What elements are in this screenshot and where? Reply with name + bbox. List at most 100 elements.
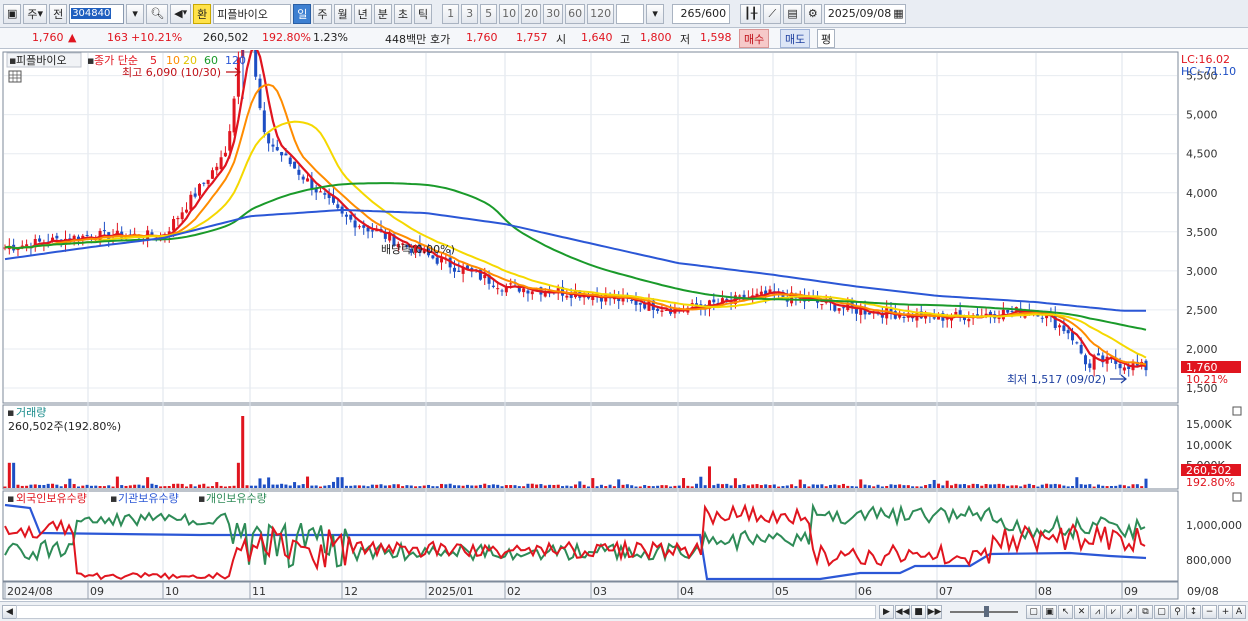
interval-button[interactable]: 60	[565, 3, 586, 24]
interval-button[interactable]: 120	[587, 3, 615, 24]
volume-bar	[656, 485, 660, 488]
table-icon[interactable]	[8, 70, 22, 83]
interval-button[interactable]: 20	[521, 3, 542, 24]
scroll-right-button[interactable]: ▶	[879, 605, 894, 619]
volume-bar	[478, 484, 482, 488]
volume-bar	[828, 484, 833, 488]
code-dropdown-button[interactable]: ▾	[126, 3, 145, 24]
period-week-button[interactable]: 주	[313, 3, 332, 24]
calendar-icon[interactable]: ▦	[893, 8, 903, 19]
cross-icon[interactable]: ✕	[1074, 605, 1089, 619]
zoom-out-icon[interactable]: −	[1202, 605, 1217, 619]
price-y-tick: 4,000	[1186, 187, 1218, 200]
volume-bar	[366, 486, 370, 488]
volume-bar	[569, 486, 573, 488]
period-tick-button[interactable]: 틱	[414, 3, 433, 24]
sell-button[interactable]: 매도	[780, 29, 811, 48]
candle-body	[1058, 325, 1062, 328]
volume-bar	[102, 486, 106, 488]
auto-scale-icon[interactable]: A	[1232, 605, 1246, 619]
custom-interval-input[interactable]	[616, 3, 645, 24]
volume-bar	[232, 485, 236, 488]
stock-code-input[interactable]: 304840	[69, 3, 125, 24]
cursor-icon[interactable]: ↖	[1058, 605, 1073, 619]
cursor-icon[interactable]: ↗	[1122, 605, 1137, 619]
window-icon[interactable]: ▢	[1154, 605, 1169, 619]
scroll-left-button[interactable]: ◀	[2, 605, 17, 619]
period-month-button[interactable]: 월	[333, 3, 352, 24]
volume-bar	[703, 485, 707, 488]
candle-body	[102, 230, 106, 232]
interval-button[interactable]: 5	[480, 3, 498, 24]
candle-body	[189, 194, 193, 210]
copy-icon[interactable]: ⧉	[1138, 605, 1153, 619]
volume-bar	[686, 485, 690, 488]
average-button[interactable]: 평	[817, 29, 836, 48]
candle-body	[306, 178, 310, 182]
draw-line-icon[interactable]: ⟋	[763, 3, 782, 24]
custom-interval-dropdown[interactable]: ▾	[646, 3, 665, 24]
date-input[interactable]: 2025/09/08 ▦	[823, 3, 906, 24]
x-axis-label: 08	[1038, 585, 1052, 598]
zoom-slider-handle[interactable]	[984, 606, 989, 617]
window-icon[interactable]: ▣	[1042, 605, 1057, 619]
scale-icon[interactable]: ↕	[1186, 605, 1201, 619]
interval-button[interactable]: 1	[442, 3, 460, 24]
volume-bar	[1114, 485, 1118, 488]
search-icon[interactable]: 🔍︎	[146, 3, 169, 24]
gear-icon[interactable]: ⚙	[803, 3, 822, 24]
count-input[interactable]: 265/600	[672, 3, 731, 24]
speaker-icon[interactable]: ◀ ▾	[170, 3, 192, 24]
candle-body	[457, 270, 461, 272]
magnifier-icon[interactable]: ⚲	[1170, 605, 1185, 619]
interval-button[interactable]: 3	[461, 3, 479, 24]
volume-bar	[500, 486, 504, 488]
volume-bar	[163, 486, 167, 488]
buy-button[interactable]: 매수	[739, 29, 770, 48]
volume-bar	[733, 478, 737, 488]
chart-area[interactable]: ▪ 피플바이오 ▪ 종가 단순 5 10 20 60 120 최고 6,090 …	[0, 18, 1248, 601]
volume-bar	[837, 485, 841, 488]
stop-icon[interactable]: ■	[911, 605, 926, 619]
zoom-in-icon[interactable]: +	[1218, 605, 1233, 619]
fast-forward-icon[interactable]: ▶▶	[927, 605, 942, 619]
chart-icon[interactable]: ⩗	[1106, 605, 1121, 619]
volume-panel-bullet: ▪	[7, 406, 14, 419]
volume-bar	[202, 483, 206, 488]
volume-bar	[630, 485, 634, 488]
period-second-button[interactable]: 초	[393, 3, 413, 24]
market-select[interactable]: 주 ▾	[23, 3, 48, 24]
price-y-tick: 4,500	[1186, 148, 1218, 161]
holding-close-icon[interactable]	[1232, 492, 1242, 502]
market-label: 주	[27, 7, 38, 21]
layout-icon[interactable]: ▣	[3, 3, 22, 24]
chevron-down-icon: ▾	[37, 7, 44, 20]
chevron-down-icon: ▾	[132, 7, 138, 20]
prev-button[interactable]: 전	[49, 3, 68, 24]
volume-bar	[984, 484, 988, 488]
volume-bar	[677, 485, 681, 488]
volume: 260,502	[203, 31, 249, 44]
chart-icon[interactable]: ⩘	[1090, 605, 1105, 619]
volume-bar	[314, 485, 318, 488]
volume-bar	[651, 486, 655, 488]
rewind-icon[interactable]: ◀◀	[895, 605, 910, 619]
interval-button[interactable]: 10	[499, 3, 520, 24]
scroll-track[interactable]	[16, 605, 876, 619]
window-icon[interactable]: ▢	[1026, 605, 1041, 619]
volume-close-icon[interactable]	[1232, 406, 1242, 416]
interval-button[interactable]: 30	[543, 3, 564, 24]
volume-panel-title: 거래량	[16, 406, 46, 419]
volume-bar	[1105, 486, 1109, 488]
price-change-pct: +10.21%	[131, 31, 183, 44]
volume-bar	[76, 486, 80, 488]
period-minute-button[interactable]: 분	[373, 3, 392, 24]
chart-svg[interactable]: ▪ 피플바이오 ▪ 종가 단순 5 10 20 60 120 최고 6,090 …	[0, 18, 1248, 601]
volume-bar	[470, 485, 474, 488]
save-icon[interactable]: ▤	[783, 3, 802, 24]
candle-icon[interactable]: ┃╂	[740, 3, 762, 24]
period-day-button[interactable]: 일	[293, 3, 312, 24]
prev-label: 전	[53, 7, 64, 21]
period-year-button[interactable]: 년	[353, 3, 372, 24]
volume-y-tick: 10,000K	[1186, 439, 1232, 452]
